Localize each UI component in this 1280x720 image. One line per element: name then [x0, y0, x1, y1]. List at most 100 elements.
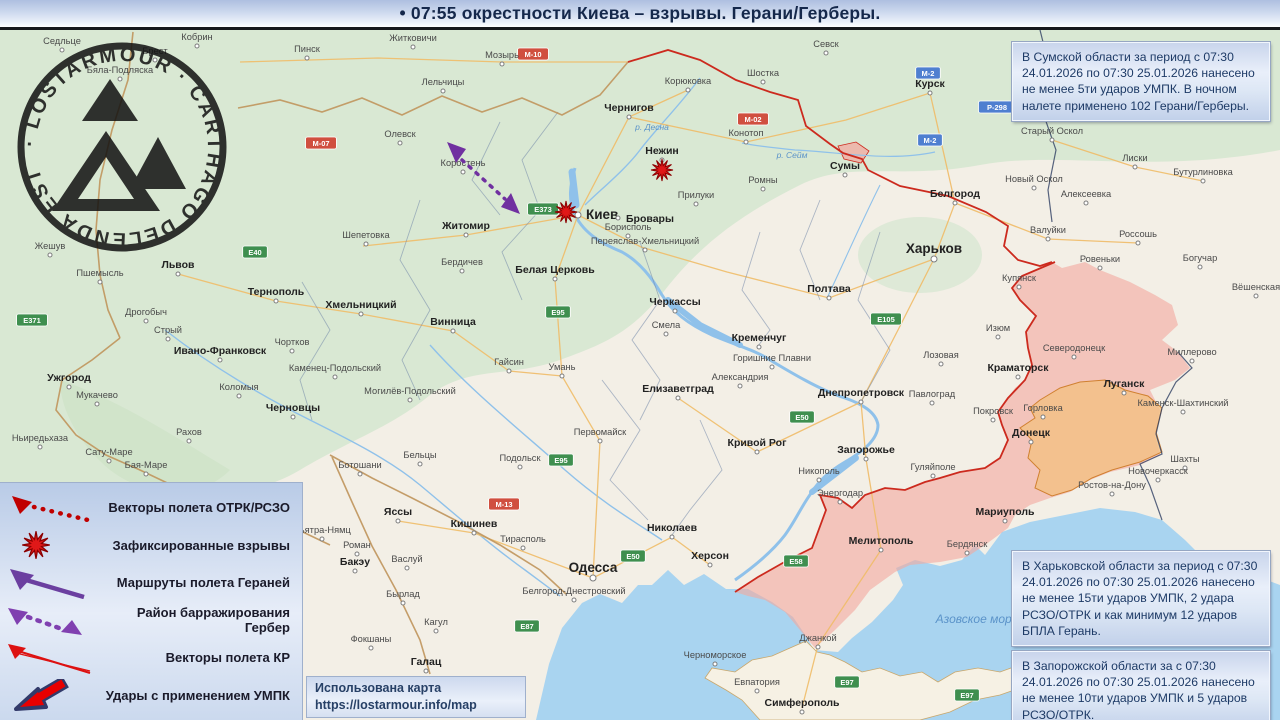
svg-text:Ромны: Ромны — [748, 175, 777, 185]
legend-label: Удары с применением УМПК — [96, 688, 294, 703]
svg-text:М-02: М-02 — [744, 115, 761, 124]
svg-text:М-13: М-13 — [495, 500, 512, 509]
svg-text:Р-298: Р-298 — [987, 103, 1007, 112]
svg-text:Бая-Маре: Бая-Маре — [125, 460, 168, 470]
svg-text:Харьков: Харьков — [906, 241, 962, 256]
svg-text:Е105: Е105 — [877, 315, 895, 324]
gerbera-loiter-icon — [4, 604, 96, 636]
svg-text:Е95: Е95 — [551, 308, 564, 317]
legend-label: Векторы полета ОТРК/РСЗО — [96, 500, 294, 515]
svg-text:Миллерово: Миллерово — [1167, 347, 1216, 357]
road-badge-М-02: М-02 — [738, 113, 769, 125]
road-badge-М-2: М-2 — [918, 134, 943, 146]
svg-text:Ровеньки: Ровеньки — [1080, 254, 1120, 264]
svg-text:Житомир: Житомир — [441, 220, 490, 232]
attribution-line1: Использована карта — [315, 680, 517, 697]
svg-text:Шахты: Шахты — [1170, 454, 1199, 464]
svg-text:Белая Церковь: Белая Церковь — [515, 264, 595, 276]
svg-text:Николаев: Николаев — [647, 522, 698, 534]
svg-text:Мозырь: Мозырь — [485, 50, 519, 60]
svg-text:Черноморское: Черноморское — [684, 650, 747, 660]
svg-text:Покровск: Покровск — [973, 406, 1014, 416]
svg-text:Алексеевка: Алексеевка — [1061, 189, 1112, 199]
svg-text:Мариуполь: Мариуполь — [975, 506, 1035, 518]
svg-text:Одесса: Одесса — [569, 560, 618, 575]
svg-text:Яссы: Яссы — [384, 506, 412, 518]
legend-label: Район барражирования Гербер — [96, 605, 294, 635]
svg-text:Изюм: Изюм — [986, 323, 1010, 333]
svg-text:Бакэу: Бакэу — [340, 556, 370, 568]
road-badge-Е97: Е97 — [835, 676, 860, 688]
svg-text:Корюковка: Корюковка — [665, 76, 712, 86]
road-badge-Е58: Е58 — [784, 555, 809, 567]
road-badge-Е97: Е97 — [955, 689, 980, 701]
svg-text:Винница: Винница — [430, 316, 476, 328]
umpk-strike-icon — [4, 679, 96, 711]
svg-text:Гайсин: Гайсин — [494, 357, 524, 367]
svg-text:Шостка: Шостка — [747, 68, 780, 78]
legend-row-kr: Векторы полета КР — [4, 642, 294, 674]
svg-text:Е95: Е95 — [554, 456, 567, 465]
svg-text:Кременчуг: Кременчуг — [732, 332, 787, 344]
road-badge-Е105: Е105 — [871, 313, 902, 325]
legend-row-gerbera: Район барражирования Гербер — [4, 604, 294, 636]
svg-text:Горишние Плавни: Горишние Плавни — [733, 353, 811, 363]
svg-text:Каменск-Шахтинский: Каменск-Шахтинский — [1137, 398, 1228, 408]
legend-row-umpk: Удары с применением УМПК — [4, 679, 294, 711]
info-box-zaporizhzhia: В Запорожской области за с 07:30 24.01.2… — [1012, 651, 1270, 720]
legend-row-geran: Маршруты полета Гераней — [4, 567, 294, 599]
svg-text:Е40: Е40 — [248, 248, 261, 257]
legend-label: Маршруты полета Гераней — [96, 575, 294, 590]
svg-text:Хмельницкий: Хмельницкий — [325, 299, 396, 311]
svg-text:Пинск: Пинск — [294, 44, 321, 54]
road-badge-М-13: М-13 — [489, 498, 520, 510]
svg-text:Александрия: Александрия — [712, 372, 769, 382]
svg-text:Горловка: Горловка — [1023, 403, 1063, 413]
svg-text:Ростов-на-Дону: Ростов-на-Дону — [1078, 480, 1146, 490]
svg-text:Бельцы: Бельцы — [403, 450, 437, 460]
svg-text:Тирасполь: Тирасполь — [500, 534, 546, 544]
svg-text:Седльце: Седльце — [43, 36, 81, 46]
map-legend: Векторы полета ОТРК/РСЗО Зафиксированные… — [0, 483, 302, 720]
road-badge-Е373: Е373 — [528, 203, 559, 215]
svg-text:Галац: Галац — [411, 656, 442, 668]
svg-text:Е50: Е50 — [626, 552, 639, 561]
road-badge-Е371: Е371 — [17, 314, 48, 326]
svg-text:Чортков: Чортков — [275, 337, 310, 347]
header-bar: • 07:55 окрестности Киева – взрывы. Гера… — [0, 0, 1280, 30]
svg-text:Ботошани: Ботошани — [338, 460, 381, 470]
svg-text:Ужгород: Ужгород — [47, 372, 91, 384]
svg-text:Стрый: Стрый — [154, 325, 182, 335]
svg-text:Ньиредьхаза: Ньиредьхаза — [12, 433, 69, 443]
svg-text:Лельчицы: Лельчицы — [422, 77, 465, 87]
svg-text:Житковичи: Житковичи — [389, 33, 437, 43]
svg-text:Бердичев: Бердичев — [441, 257, 483, 267]
svg-text:Кривой Рог: Кривой Рог — [728, 437, 788, 449]
svg-text:Бердянск: Бердянск — [947, 539, 988, 549]
legend-label: Векторы полета КР — [96, 650, 294, 665]
svg-text:Вёшенская: Вёшенская — [1232, 282, 1280, 292]
svg-text:Бырлад: Бырлад — [386, 589, 420, 599]
svg-text:Елизаветград: Елизаветград — [642, 383, 714, 395]
info-box-kharkiv-text: В Харьковской области за период с 07:30 … — [1022, 559, 1257, 638]
svg-text:Днепропетровск: Днепропетровск — [818, 387, 905, 399]
road-badge-М-10: М-10 — [518, 48, 549, 60]
road-badge-Р-298: Р-298 — [979, 101, 1016, 113]
svg-text:Е97: Е97 — [840, 678, 853, 687]
svg-text:Сату-Маре: Сату-Маре — [85, 447, 132, 457]
kr-vector-icon — [4, 642, 96, 674]
explosion-icon — [4, 529, 96, 561]
svg-text:Васлуй: Васлуй — [391, 554, 422, 564]
legend-row-otrk: Векторы полета ОТРК/РСЗО — [4, 492, 294, 524]
lostarmour-map-screenshot: • 07:55 окрестности Киева – взрывы. Гера… — [0, 0, 1280, 720]
info-box-kharkiv: В Харьковской области за период с 07:30 … — [1012, 551, 1270, 646]
svg-text:Кишинев: Кишинев — [451, 518, 498, 530]
svg-text:Никополь: Никополь — [798, 466, 840, 476]
otrk-vector-icon — [4, 492, 96, 524]
svg-text:Валуйки: Валуйки — [1030, 225, 1066, 235]
geran-route-icon — [4, 567, 96, 599]
svg-text:Шепетовка: Шепетовка — [342, 230, 390, 240]
svg-text:Умань: Умань — [548, 362, 575, 372]
svg-text:Белгород-Днестровский: Белгород-Днестровский — [522, 586, 625, 596]
svg-text:Краматорск: Краматорск — [987, 362, 1049, 374]
